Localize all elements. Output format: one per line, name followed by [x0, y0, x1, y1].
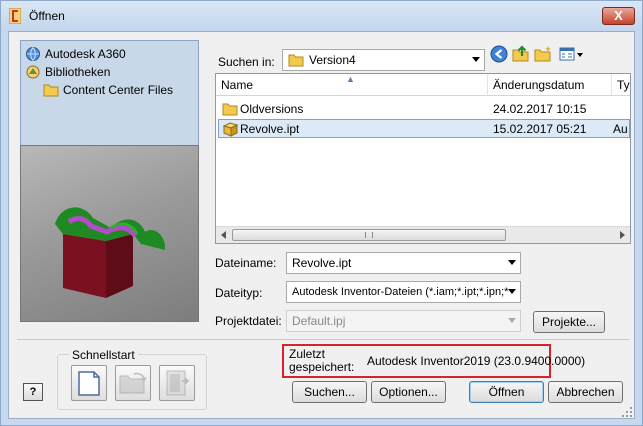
view-menu-icon[interactable]	[559, 45, 585, 63]
part-preview-image	[55, 207, 166, 298]
filename-label: Dateiname:	[215, 256, 277, 270]
a360-globe-icon	[26, 47, 40, 61]
quickstart-project-button[interactable]	[159, 365, 195, 401]
library-item-a360[interactable]: Autodesk A360	[25, 45, 126, 63]
file-list: Name ▲ Änderungsdatum Ty Oldversions 24.…	[215, 73, 631, 244]
scroll-left-icon[interactable]	[221, 231, 226, 239]
inventor-app-icon	[9, 8, 21, 24]
resize-grip-icon[interactable]	[621, 406, 633, 418]
help-icon: ?	[29, 386, 37, 398]
new-folder-icon[interactable]	[534, 45, 552, 63]
file-name: Oldversions	[240, 102, 304, 116]
search-in-dropdown[interactable]: Version4	[282, 49, 485, 71]
divider	[17, 339, 629, 340]
last-saved-info: Zuletzt gespeichert: Autodesk Inventor20…	[282, 344, 585, 378]
column-header-type[interactable]: Ty	[612, 74, 630, 96]
file-name: Revolve.ipt	[240, 122, 300, 136]
filename-value: Revolve.ipt	[292, 256, 352, 270]
close-button[interactable]: X	[602, 7, 635, 25]
scroll-right-icon[interactable]	[620, 231, 625, 239]
open-folder-icon	[119, 372, 147, 394]
search-in-value: Version4	[309, 53, 356, 67]
project-value: Default.ipj	[292, 314, 346, 328]
horizontal-scrollbar[interactable]	[216, 226, 630, 243]
file-date: 15.02.2017 05:21	[493, 122, 587, 136]
folder-icon	[43, 84, 59, 97]
open-button[interactable]: Öffnen	[469, 381, 544, 403]
file-date: 24.02.2017 10:15	[493, 102, 587, 116]
close-icon: X	[614, 8, 623, 23]
quickstart-open-button[interactable]	[115, 365, 151, 401]
projects-button[interactable]: Projekte...	[533, 311, 605, 333]
help-button[interactable]: ?	[23, 383, 43, 401]
folder-icon	[222, 103, 238, 116]
window-title: Öffnen	[29, 9, 65, 23]
project-dropdown: Default.ipj	[286, 310, 521, 332]
chevron-down-icon	[508, 289, 516, 294]
chevron-down-icon	[508, 318, 516, 323]
up-folder-icon[interactable]	[512, 45, 530, 63]
search-in-label: Suchen in:	[218, 55, 275, 69]
scrollbar-thumb[interactable]	[232, 229, 506, 241]
file-row-oldversions[interactable]: Oldversions 24.02.2017 10:15	[218, 100, 630, 119]
dialog-body: Autodesk A360 Bibliotheken Content Cente…	[8, 31, 635, 419]
filetype-label: Dateityp:	[215, 286, 263, 300]
title-bar[interactable]: Öffnen X	[1, 1, 642, 31]
quickstart-label: Schnellstart	[69, 348, 138, 362]
options-button[interactable]: Optionen...	[371, 381, 446, 403]
grip-icon	[365, 232, 373, 238]
library-item-bibliotheken[interactable]: Bibliotheken	[25, 63, 110, 81]
new-document-icon	[78, 371, 100, 396]
cancel-button[interactable]: Abbrechen	[548, 381, 623, 403]
back-arrow-icon[interactable]	[490, 45, 508, 63]
filetype-value: Autodesk Inventor-Dateien (*.iam;*.ipt;*…	[292, 286, 509, 298]
library-item-content-center[interactable]: Content Center Files	[43, 81, 173, 99]
inventor-part-icon	[222, 122, 239, 137]
search-button[interactable]: Suchen...	[292, 381, 367, 403]
library-item-label: Content Center Files	[63, 83, 174, 97]
project-door-icon	[166, 370, 190, 396]
file-type: Au	[613, 122, 628, 136]
chevron-down-icon	[508, 260, 516, 265]
sort-ascending-icon: ▲	[346, 74, 355, 84]
filetype-dropdown[interactable]: Autodesk Inventor-Dateien (*.iam;*.ipt;*…	[286, 281, 521, 303]
file-preview	[20, 145, 199, 322]
last-saved-value: Autodesk Inventor2019 (23.0.9400.0000)	[367, 354, 586, 368]
library-item-label: Bibliotheken	[45, 65, 111, 79]
project-label: Projektdatei:	[215, 314, 282, 328]
open-dialog: Öffnen X Autodesk A360 Bibliotheken Cont…	[0, 0, 643, 426]
library-icon	[26, 65, 40, 79]
chevron-down-icon	[472, 57, 480, 62]
library-item-label: Autodesk A360	[45, 47, 126, 61]
filename-combobox[interactable]: Revolve.ipt	[286, 252, 521, 274]
last-saved-label: Zuletzt gespeichert:	[289, 347, 355, 374]
column-header-name[interactable]: Name ▲	[216, 74, 488, 96]
file-row-revolve[interactable]: Revolve.ipt 15.02.2017 05:21 Au	[218, 119, 630, 138]
column-header-date[interactable]: Änderungsdatum	[488, 74, 612, 96]
folder-icon	[288, 54, 304, 67]
quickstart-new-button[interactable]	[71, 365, 107, 401]
